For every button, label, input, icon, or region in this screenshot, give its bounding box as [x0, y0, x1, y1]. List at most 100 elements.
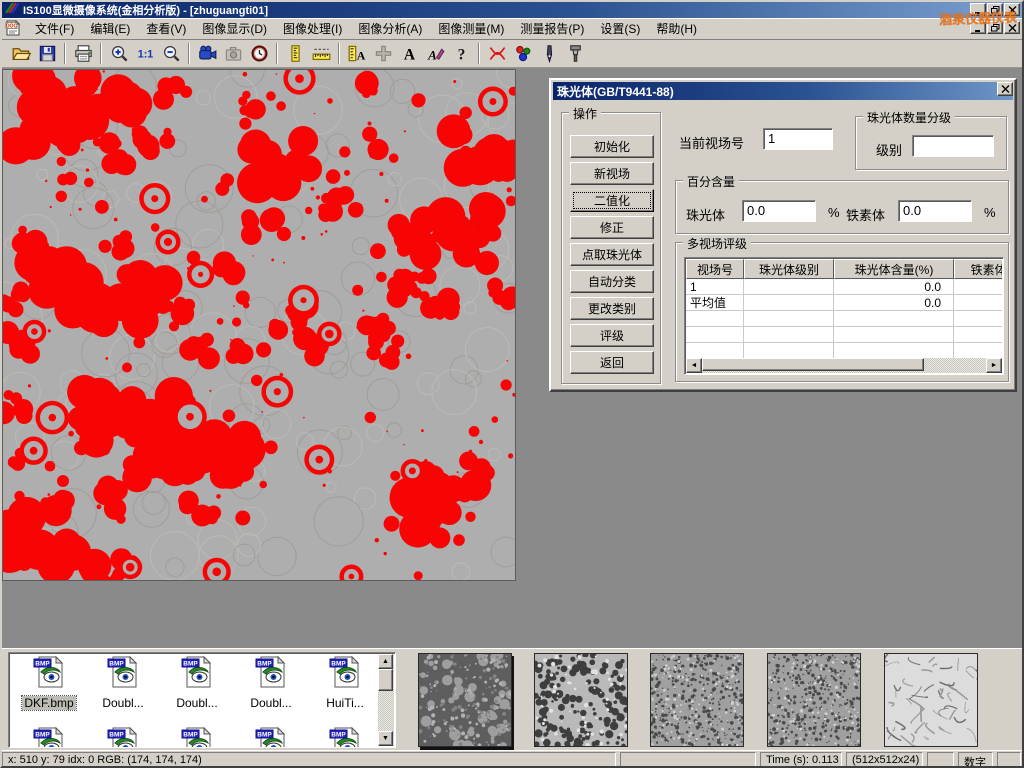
measure-text-button[interactable]: A — [344, 42, 370, 66]
table-header-cell[interactable]: 珠光体含量(%) — [834, 259, 954, 279]
text-a-button[interactable]: A — [396, 42, 422, 66]
menu-item-1[interactable]: 编辑(E) — [82, 17, 138, 40]
file-item[interactable]: BMPDKF.bmp — [13, 655, 85, 712]
scroll-thumb[interactable] — [378, 669, 393, 691]
menu-item-9[interactable]: 帮助(H) — [648, 17, 705, 40]
operation-group: 操作 初始化新视场二值化修正点取珠光体自动分类更改类别评级返回 — [561, 112, 661, 384]
op-button-new-field[interactable]: 新视场 — [570, 162, 654, 185]
menu-item-6[interactable]: 图像测量(M) — [430, 17, 512, 40]
video-camera-button[interactable] — [194, 42, 220, 66]
window-title: IS100显微摄像系统(金相分析版) - [zhuguangti01] — [23, 2, 268, 18]
file-list-scrollbar[interactable]: ▲ ▼ — [378, 654, 394, 746]
zoom-out-button[interactable] — [158, 42, 184, 66]
thumbnail-4[interactable] — [767, 653, 861, 747]
classify-balls-button[interactable] — [510, 42, 536, 66]
mdi-minimize-button[interactable] — [970, 21, 986, 34]
table-row[interactable] — [686, 327, 1002, 343]
scroll-up-button[interactable]: ▲ — [378, 654, 393, 669]
minimize-button[interactable] — [970, 3, 986, 16]
file-item[interactable]: BMPDoubl... — [235, 655, 307, 712]
close-button[interactable] — [1004, 3, 1020, 16]
file-item[interactable]: BMP — [13, 726, 85, 748]
save-button[interactable] — [34, 42, 60, 66]
print-button[interactable] — [70, 42, 96, 66]
file-item[interactable]: BMPDoubl... — [87, 655, 159, 712]
file-item[interactable]: BMPDoubl... — [161, 655, 233, 712]
table-cell — [954, 279, 1002, 294]
menu-item-2[interactable]: 查看(V) — [138, 17, 194, 40]
pen-tool-button[interactable] — [536, 42, 562, 66]
file-item[interactable]: BMP — [309, 726, 381, 748]
table-row[interactable] — [686, 343, 1002, 359]
micrograph-image[interactable] — [2, 69, 516, 581]
open-folder-button[interactable] — [8, 42, 34, 66]
pearlite-percent-input[interactable]: 0.0 — [742, 200, 816, 222]
file-item[interactable]: BMP — [87, 726, 159, 748]
dialog-close-button[interactable] — [997, 82, 1013, 96]
grade-input[interactable] — [912, 135, 994, 157]
thumbnail-5[interactable] — [884, 653, 978, 747]
dialog-titlebar[interactable]: 珠光体(GB/T9441-88) — [553, 82, 1013, 100]
op-button-auto-classify[interactable]: 自动分类 — [570, 270, 654, 293]
mdi-restore-button[interactable] — [987, 21, 1003, 34]
current-field-input[interactable]: 1 — [763, 128, 833, 150]
op-button-correct[interactable]: 修正 — [570, 216, 654, 239]
op-button-rate[interactable]: 评级 — [570, 324, 654, 347]
document-icon[interactable]: DOC — [5, 20, 25, 38]
file-list: BMPDKF.bmpBMPDoubl...BMPDoubl...BMPDoubl… — [8, 652, 396, 748]
table-header-cell[interactable]: 视场号 — [686, 259, 744, 279]
bmp-file-icon: BMP — [328, 655, 362, 689]
op-button-change-class[interactable]: 更改类别 — [570, 297, 654, 320]
thumbnail-1[interactable] — [418, 653, 512, 747]
ferrite-percent-input[interactable]: 0.0 — [898, 200, 972, 222]
annotate-button[interactable]: A — [422, 42, 448, 66]
file-name: DKF.bmp — [22, 696, 75, 710]
file-item[interactable]: BMP — [235, 726, 307, 748]
mdi-window-controls — [970, 21, 1020, 34]
restore-button[interactable] — [987, 3, 1003, 16]
table-row[interactable] — [686, 311, 1002, 327]
scroll-track[interactable] — [702, 358, 986, 373]
help-button[interactable]: ? — [448, 42, 474, 66]
menu-item-7[interactable]: 测量报告(P) — [512, 17, 592, 40]
scroll-down-button[interactable]: ▼ — [378, 731, 393, 746]
brush-tool-button[interactable] — [562, 42, 588, 66]
scroll-left-button[interactable]: ◄ — [686, 358, 702, 373]
file-item[interactable]: BMPHuiTi... — [309, 655, 381, 712]
move-cross-button[interactable] — [370, 42, 396, 66]
menu-item-4[interactable]: 图像处理(I) — [275, 17, 350, 40]
table-header-cell[interactable]: 铁素体含量(%) — [954, 259, 1002, 279]
thumbnail-3[interactable] — [650, 653, 744, 747]
menu-item-5[interactable]: 图像分析(A) — [350, 17, 430, 40]
clock-button[interactable] — [246, 42, 272, 66]
one-to-one-button[interactable]: 1:1 — [132, 42, 158, 66]
app-icon — [5, 1, 19, 19]
table-row[interactable]: 平均值0.0 — [686, 295, 1002, 311]
table-row[interactable]: 10.0 — [686, 279, 1002, 295]
caliper-button[interactable] — [282, 42, 308, 66]
zoom-in-button[interactable] — [106, 42, 132, 66]
scroll-thumb[interactable] — [702, 358, 924, 371]
op-button-init[interactable]: 初始化 — [570, 135, 654, 158]
thumbnail-2[interactable] — [534, 653, 628, 747]
scroll-right-button[interactable]: ► — [986, 358, 1002, 373]
zoom-in-icon — [110, 44, 129, 63]
svg-text:BMP: BMP — [109, 732, 124, 739]
toolbar-separator — [338, 43, 340, 64]
file-item[interactable]: BMP — [161, 726, 233, 748]
menu-item-3[interactable]: 图像显示(D) — [194, 17, 275, 40]
ruler-button[interactable] — [308, 42, 334, 66]
op-button-return[interactable]: 返回 — [570, 351, 654, 374]
menu-item-0[interactable]: 文件(F) — [27, 17, 82, 40]
curve-tool-button[interactable] — [484, 42, 510, 66]
table-horizontal-scrollbar[interactable]: ◄ ► — [686, 358, 1002, 373]
table-header-cell[interactable]: 珠光体级别 — [744, 259, 834, 279]
mdi-close-button[interactable] — [1004, 21, 1020, 34]
rating-table[interactable]: 视场号珠光体级别珠光体含量(%)铁素体含量(%)10.0平均值0.0 ◄ ► — [684, 257, 1004, 375]
op-button-binarize[interactable]: 二值化 — [570, 189, 654, 212]
menu-item-8[interactable]: 设置(S) — [592, 17, 648, 40]
camera-button[interactable] — [220, 42, 246, 66]
status-mode: 数字 — [958, 752, 993, 767]
menu-items: 文件(F)编辑(E)查看(V)图像显示(D)图像处理(I)图像分析(A)图像测量… — [27, 17, 705, 40]
op-button-pick-pearlite[interactable]: 点取珠光体 — [570, 243, 654, 266]
